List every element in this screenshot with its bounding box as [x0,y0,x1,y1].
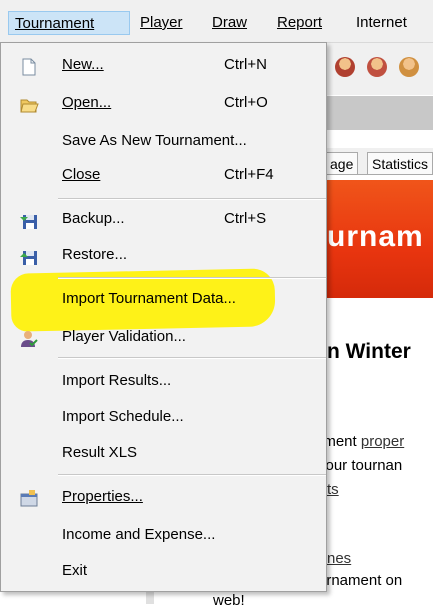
tournament-dropdown-menu: New... Ctrl+N Open... Ctrl+O Save As New… [0,42,327,592]
menu-internet-label: Internet [356,14,407,31]
properties-icon [19,487,39,507]
tab-page[interactable]: age [325,152,359,174]
menu-bar: Tournament Player Draw Report Internet [0,0,433,43]
menu-item-label: Open... [62,94,112,111]
content-line: web! [213,592,245,609]
menu-item-properties[interactable]: Properties... [2,479,326,515]
schedules-link[interactable]: nes [327,550,351,567]
menu-item-save-as-new-tournament[interactable]: Save As New Tournament... [2,123,326,159]
content-tabs: age Statistics [325,148,433,175]
menu-player[interactable]: Player [134,11,189,35]
menu-tournament[interactable]: Tournament [8,11,130,35]
menu-item-label: Exit [62,562,88,579]
menu-item-label: Restore... [62,246,128,263]
shortcut-label: Ctrl+F4 [224,166,274,183]
content-line: urnament on [318,572,403,589]
menu-item-restore[interactable]: Restore... [2,237,326,273]
menu-item-player-validation[interactable]: Player Validation... [2,319,326,355]
shortcut-label: Ctrl+S [224,210,267,227]
toolbar [327,43,433,95]
menu-item-label: Backup... [62,210,125,227]
menu-report[interactable]: Report [271,11,328,35]
menu-item-label: Result XLS [62,444,138,461]
player-swap-icon[interactable] [367,57,387,77]
menu-item-label: Close [62,166,101,183]
menu-report-label: Report [277,14,323,31]
menu-item-new[interactable]: New... Ctrl+N [2,47,326,83]
content-line: ament proper [315,433,405,450]
tab-statistics[interactable]: Statistics [367,152,433,174]
panel-header [327,96,433,130]
menu-item-label: Income and Expense... [62,526,216,543]
menu-item-exit[interactable]: Exit [2,553,326,589]
events-link[interactable]: ts [327,481,339,498]
menu-item-income-and-expense[interactable]: Income and Expense... [2,517,326,553]
tournament-heading: n Winter [327,340,411,363]
menu-item-label: Save As New Tournament... [62,132,247,149]
menu-separator [58,357,326,359]
menu-item-open[interactable]: Open... Ctrl+O [2,85,326,121]
content-line: your tournan [318,457,403,474]
menu-item-backup[interactable]: Backup... Ctrl+S [2,201,326,237]
restore-floppy-icon [19,245,39,265]
menu-separator [58,198,326,200]
menu-item-import-schedule[interactable]: Import Schedule... [2,399,326,435]
menu-tournament-label: Tournament [15,15,95,32]
new-document-icon [19,55,39,76]
menu-separator [58,474,326,476]
player-icon[interactable] [335,57,355,77]
menu-item-result-xls[interactable]: Result XLS [2,435,326,471]
content-link-line: nes [327,550,351,567]
open-folder-icon [19,93,39,113]
menu-item-label: Player Validation... [62,328,186,345]
menu-draw-label: Draw [212,14,248,31]
menu-player-label: Player [140,14,183,31]
banner-text: urnam [327,220,424,253]
menu-item-label: New... [62,56,104,73]
menu-item-label: Properties... [62,488,143,505]
shortcut-label: Ctrl+O [224,94,268,111]
tournament-banner: urnam [327,180,433,298]
menu-item-import-results[interactable]: Import Results... [2,363,326,399]
content-link-line: ts [327,481,339,498]
menu-draw[interactable]: Draw [206,11,253,35]
menu-item-label: Import Schedule... [62,408,184,425]
menu-item-label: Import Results... [62,372,172,389]
backup-floppy-icon [19,209,39,229]
player-group-icon[interactable] [399,57,419,77]
menu-separator [58,277,326,279]
menu-internet[interactable]: Internet [350,11,413,35]
menu-item-import-tournament-data[interactable]: Import Tournament Data... [2,281,326,317]
splitter[interactable] [146,591,154,604]
player-check-icon [19,327,39,347]
menu-item-label: Import Tournament Data... [62,290,236,307]
shortcut-label: Ctrl+N [224,56,267,73]
menu-item-close[interactable]: Close Ctrl+F4 [2,157,326,193]
properties-link[interactable]: proper [361,433,404,450]
